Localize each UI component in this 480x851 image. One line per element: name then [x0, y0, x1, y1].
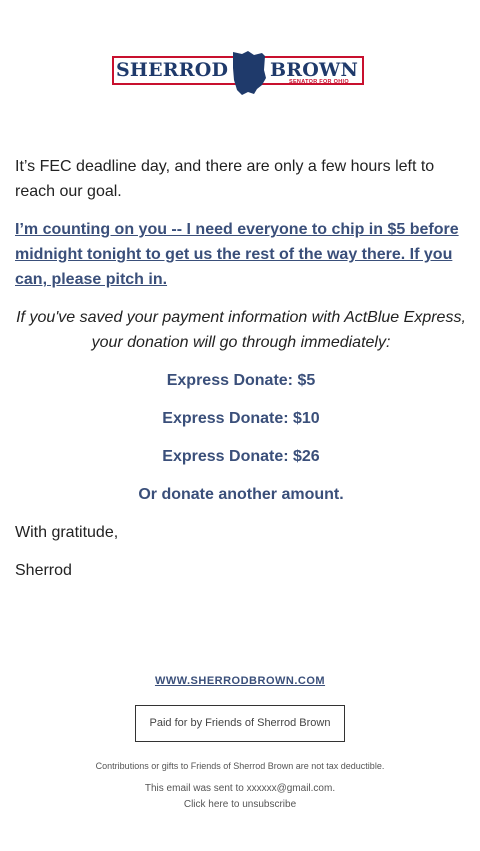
- donate-10-link[interactable]: Express Donate: $10: [15, 406, 467, 431]
- donate-other-link[interactable]: Or donate another amount.: [15, 482, 467, 507]
- intro-paragraph: It’s FEC deadline day, and there are onl…: [15, 158, 435, 200]
- sent-to-text: This email was sent to xxxxxx@gmail.com.: [144, 783, 336, 794]
- signature: Sherrod: [15, 562, 72, 579]
- ask-link[interactable]: I’m counting on you -- I need everyone t…: [15, 217, 467, 292]
- express-note: If you've saved your payment information…: [16, 309, 466, 351]
- footer-meta: This email was sent to xxxxxx@gmail.com.…: [0, 781, 480, 813]
- website-link[interactable]: WWW.SHERRODBROWN.COM: [155, 675, 325, 687]
- logo-wrapper: SHERROD BROWN SENATOR FOR OHIO: [0, 50, 480, 96]
- logo-text-second: BROWN: [270, 59, 359, 81]
- tax-disclaimer: Contributions or gifts to Friends of She…: [95, 761, 385, 771]
- closing-text: With gratitude,: [15, 524, 119, 541]
- donate-26-link[interactable]: Express Donate: $26: [15, 444, 467, 469]
- unsubscribe-link[interactable]: Click here to unsubscribe: [184, 799, 296, 810]
- paid-for-box: Paid for by Friends of Sherrod Brown: [134, 705, 346, 742]
- ask-paragraph: I’m counting on you -- I need everyone t…: [15, 217, 467, 292]
- logo-text-first: SHERROD: [116, 59, 229, 81]
- email-footer: WWW.SHERRODBROWN.COM Paid for by Friends…: [0, 670, 480, 813]
- logo-subtitle: SENATOR FOR OHIO: [289, 79, 349, 85]
- campaign-logo[interactable]: SHERROD BROWN SENATOR FOR OHIO: [112, 50, 368, 96]
- ohio-state-icon: [233, 51, 266, 95]
- donate-5-link[interactable]: Express Donate: $5: [15, 368, 467, 393]
- email-body: It’s FEC deadline day, and there are onl…: [15, 154, 467, 596]
